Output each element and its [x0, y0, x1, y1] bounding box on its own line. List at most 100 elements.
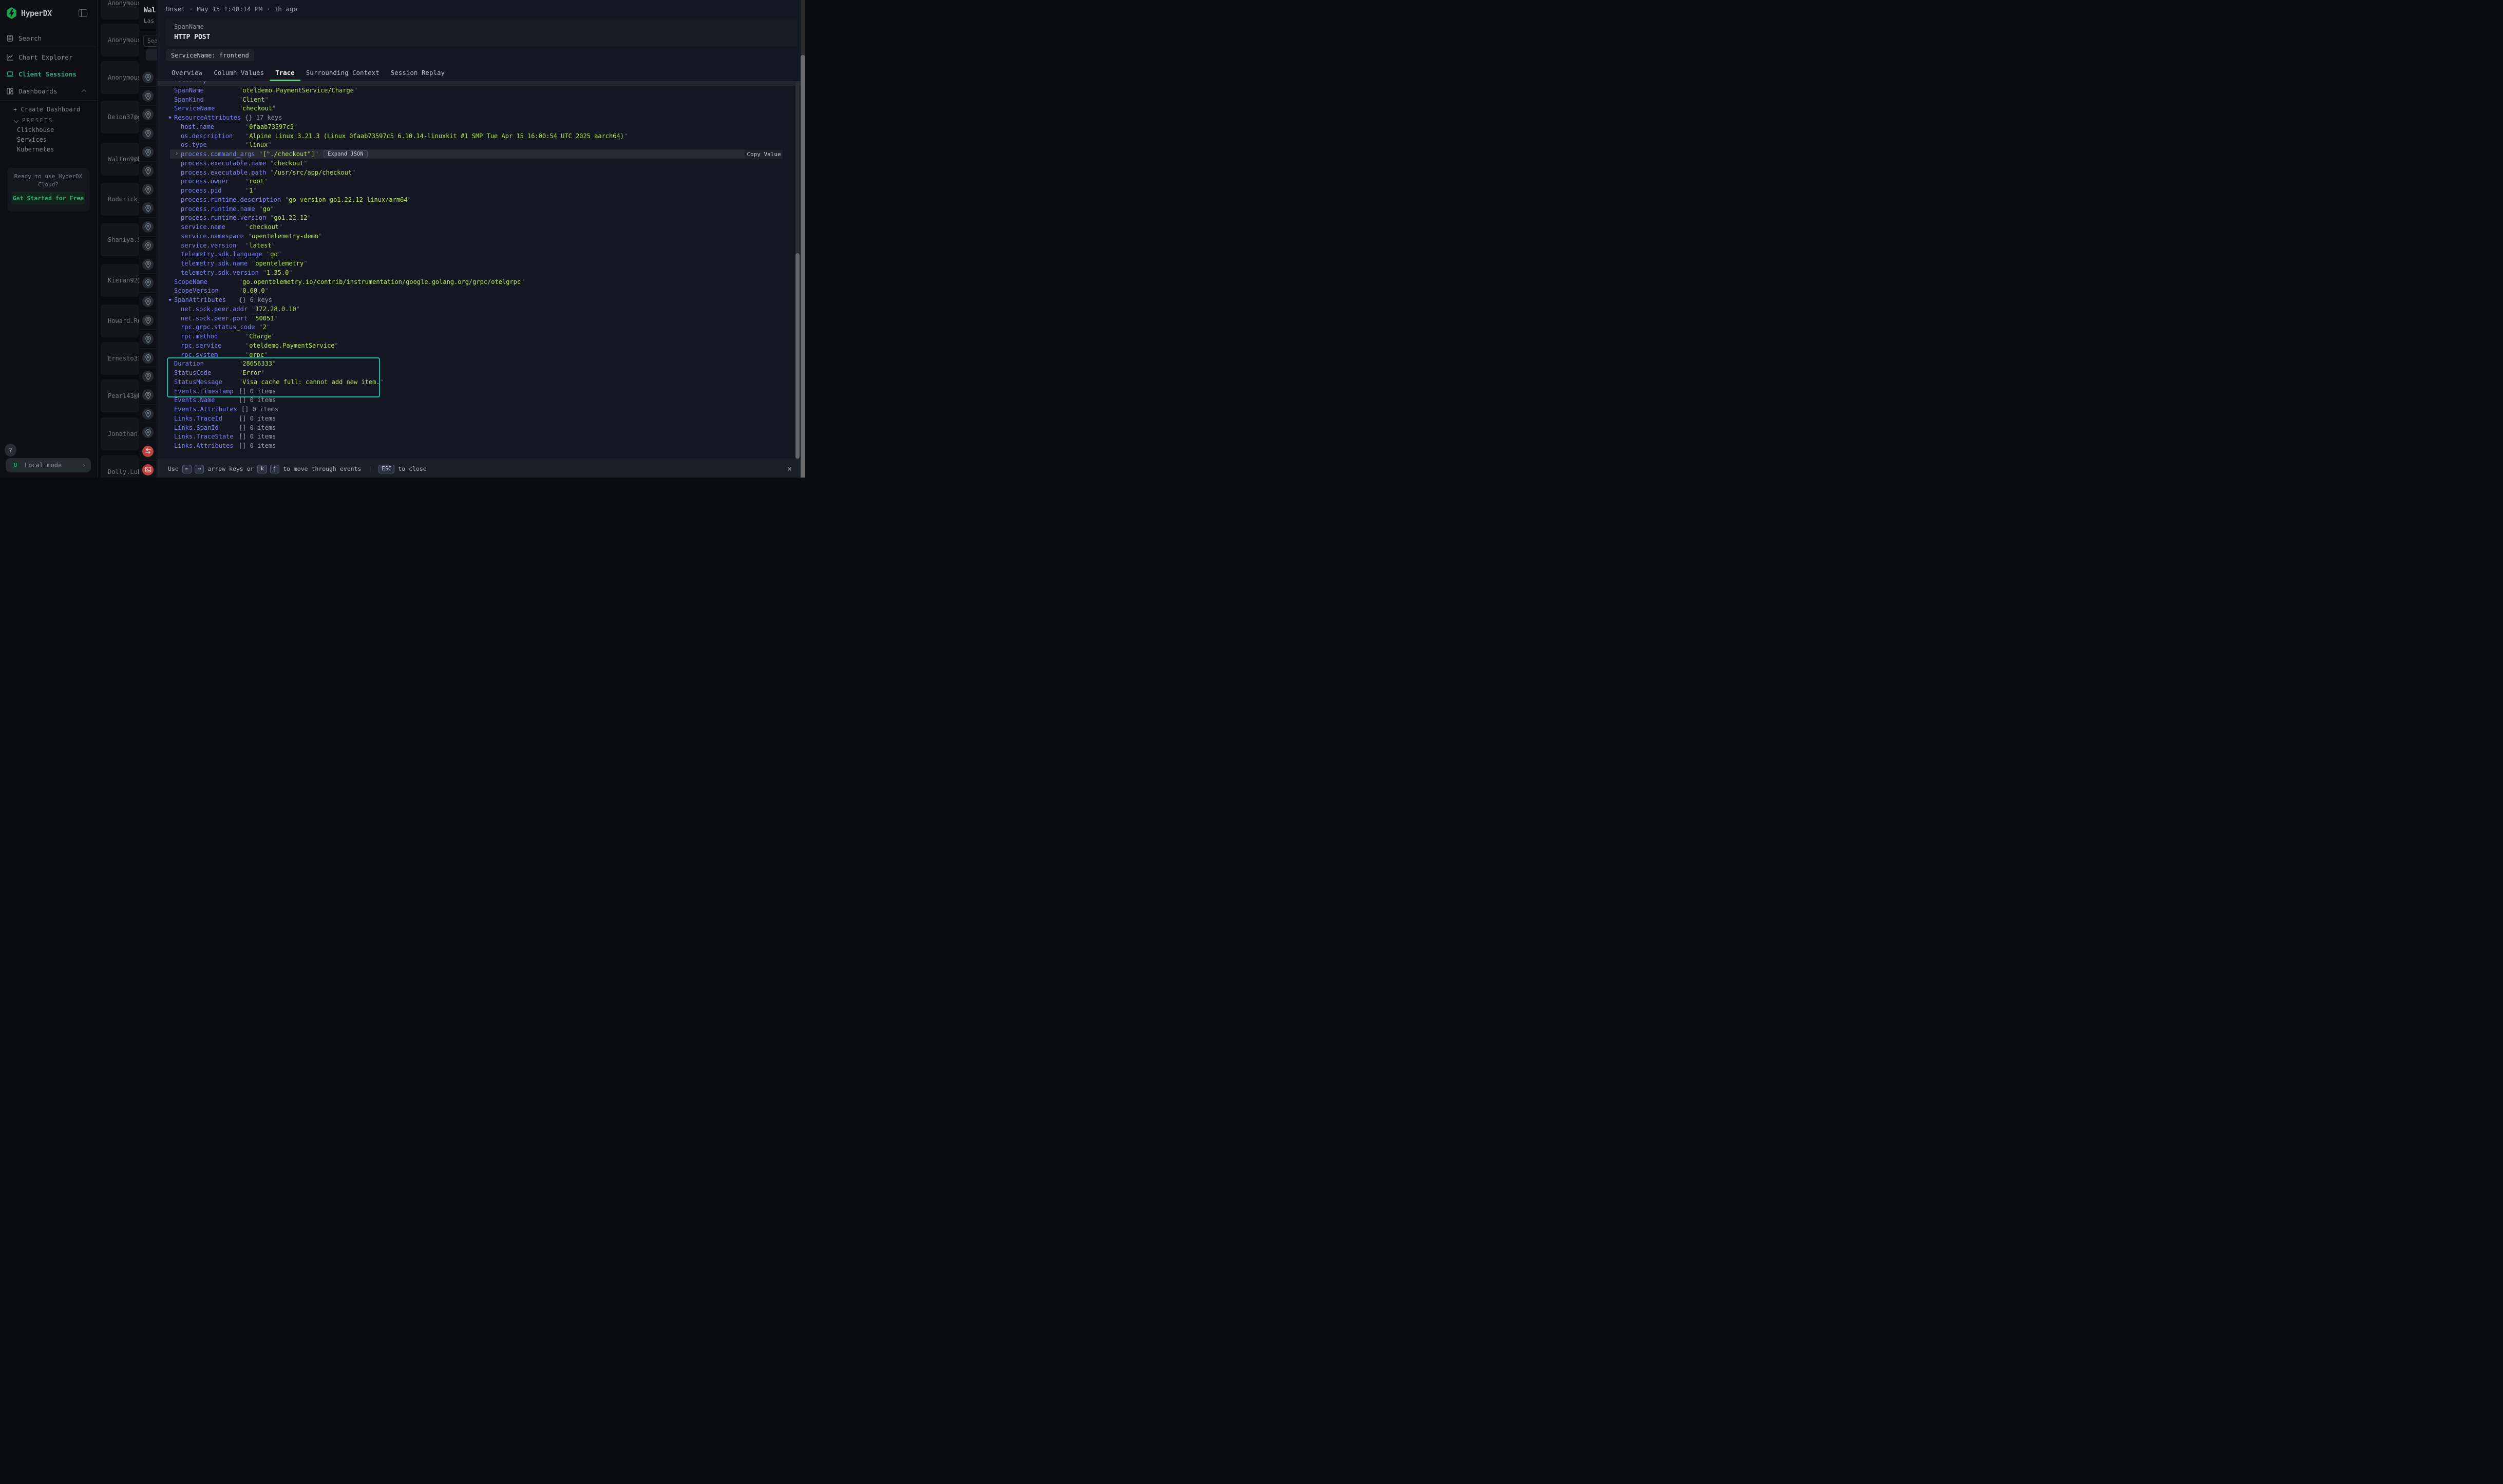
trace-row[interactable]: ScopeName"go.opentelemetry.io/contrib/in… [157, 277, 805, 287]
trace-row[interactable]: StatusCode"Error" [157, 368, 805, 377]
sidebar-item-dashboards[interactable]: Dashboards [6, 85, 57, 97]
close-icon[interactable]: × [787, 464, 792, 473]
session-list-item[interactable]: Roderick_S [101, 183, 139, 216]
trace-row[interactable]: Events.Name[] 0 items [157, 396, 805, 405]
get-started-button[interactable]: Get Started for Free [12, 192, 85, 204]
trace-attributes-panel[interactable]: Timestamp SpanName"oteldemo.PaymentServi… [157, 82, 805, 460]
event-marker[interactable] [139, 330, 157, 348]
event-marker[interactable] [139, 143, 157, 162]
session-list-item[interactable]: Kieran92@h [101, 264, 139, 297]
session-list-item[interactable]: Howard.Run [101, 305, 139, 337]
brand-logo[interactable]: HyperDX [6, 7, 52, 19]
tab-surrounding-context[interactable]: Surrounding Context [300, 65, 385, 81]
esc-keycap[interactable]: ESC [378, 465, 394, 473]
trace-row[interactable]: rpc.method"Charge" [157, 332, 805, 341]
event-marker[interactable] [139, 293, 157, 311]
trace-row[interactable]: process.executable.path"/usr/src/app/che… [157, 168, 805, 177]
scrollbar-thumb[interactable] [795, 253, 800, 459]
session-list-item[interactable]: Walton9@ho [101, 143, 139, 176]
event-marker[interactable] [139, 68, 157, 87]
trace-row[interactable]: process.runtime.description"go version g… [157, 195, 805, 204]
copy-value-button[interactable]: Copy Value [745, 150, 783, 159]
event-marker[interactable] [139, 218, 157, 236]
event-marker[interactable] [139, 106, 157, 124]
event-marker[interactable] [139, 255, 157, 274]
event-marker[interactable] [139, 311, 157, 330]
trace-row[interactable]: service.version"latest" [157, 241, 805, 250]
trace-row[interactable]: os.description"Alpine Linux 3.21.3 (Linu… [157, 131, 805, 141]
sidebar-item-search[interactable]: Search [6, 32, 42, 44]
tab-column-values[interactable]: Column Values [208, 65, 270, 81]
event-marker[interactable] [139, 199, 157, 218]
preset-item-clickhouse[interactable]: Clickhouse [17, 126, 54, 134]
trace-row[interactable]: telemetry.sdk.language"go" [157, 250, 805, 259]
tab-overview[interactable]: Overview [166, 65, 208, 81]
k-keycap[interactable]: k [257, 465, 267, 473]
event-marker[interactable] [139, 162, 157, 180]
sidebar-item-chart-explorer[interactable]: Chart Explorer [6, 51, 72, 63]
presets-toggle[interactable]: PRESETS [14, 117, 53, 124]
session-list-item[interactable]: Pearl43@ho [101, 379, 139, 412]
trace-row[interactable]: process.runtime.name"go" [157, 204, 805, 214]
trace-row[interactable]: net.sock.peer.addr"172.28.0.10" [157, 305, 805, 314]
trace-row[interactable]: StatusMessage"Visa cache full: cannot ad… [157, 377, 805, 387]
trace-row[interactable]: ScopeVersion"0.60.0" [157, 287, 805, 296]
event-marker[interactable] [139, 405, 157, 423]
service-name-chip[interactable]: ServiceName: frontend [166, 49, 254, 61]
event-marker-error[interactable] [139, 442, 157, 461]
event-marker[interactable] [139, 367, 157, 386]
event-marker[interactable] [139, 87, 157, 105]
trace-row[interactable]: Duration"28656333" [157, 359, 805, 369]
event-marker[interactable] [139, 237, 157, 255]
caret-expanded-icon[interactable] [168, 117, 172, 119]
session-list-item[interactable]: Anonymous [101, 61, 139, 94]
session-list-item[interactable]: Jonathan.B [101, 417, 139, 450]
trace-row[interactable]: Events.Attributes[] 0 items [157, 405, 805, 414]
event-marker[interactable] [139, 274, 157, 292]
session-list-item[interactable]: Anonymous [101, 24, 139, 56]
trace-row[interactable]: Links.SpanId[] 0 items [157, 423, 805, 432]
event-marker[interactable] [139, 124, 157, 143]
trace-row[interactable]: process.pid"1" [157, 186, 805, 195]
trace-row[interactable]: process.runtime.version"go1.22.12" [157, 214, 805, 223]
expand-json-button[interactable]: Expand JSON [324, 150, 368, 158]
arrow-right-keycap[interactable]: → [195, 465, 204, 473]
trace-row[interactable]: SpanAttributes{} 6 keys [157, 295, 805, 305]
trace-row[interactable]: SpanKind"Client" [157, 95, 805, 104]
trace-row[interactable]: Links.TraceState[] 0 items [157, 432, 805, 442]
trace-row[interactable]: telemetry.sdk.name"opentelemetry" [157, 259, 805, 268]
session-list-item[interactable]: Shaniya.So [101, 223, 139, 256]
trace-row[interactable]: Links.TraceId[] 0 items [157, 414, 805, 423]
sidebar-item-client-sessions[interactable]: Client Sessions [6, 68, 77, 80]
event-marker-error[interactable] [139, 461, 157, 478]
preset-item-kubernetes[interactable]: Kubernetes [17, 146, 54, 153]
session-list-item[interactable]: Anonymous [101, 0, 139, 20]
trace-row[interactable]: telemetry.sdk.version"1.35.0" [157, 268, 805, 277]
trace-row[interactable]: process.executable.name"checkout" [157, 159, 805, 168]
trace-row[interactable]: process.owner"root" [157, 177, 805, 186]
trace-row[interactable]: Events.Timestamp[] 0 items [157, 387, 805, 396]
tab-trace[interactable]: Trace [270, 65, 300, 81]
j-keycap[interactable]: j [270, 465, 279, 473]
trace-row[interactable]: os.type"linux" [157, 141, 805, 150]
trace-row[interactable]: rpc.grpc.status_code"2" [157, 323, 805, 332]
scrollbar-thumb[interactable] [801, 55, 805, 478]
trace-row[interactable]: service.name"checkout" [157, 222, 805, 232]
event-marker[interactable] [139, 386, 157, 405]
create-dashboard-button[interactable]: + Create Dashboard [13, 106, 80, 113]
trace-row[interactable]: SpanName"oteldemo.PaymentService/Charge" [157, 86, 805, 95]
trace-row[interactable]: service.namespace"opentelemetry-demo" [157, 232, 805, 241]
local-mode-menu[interactable]: U Local mode › [6, 458, 91, 472]
session-list-item[interactable]: Ernesto33@ [101, 342, 139, 375]
trace-row[interactable]: net.sock.peer.port"50051" [157, 314, 805, 323]
highlighted-toggle-button[interactable]: H [146, 49, 157, 61]
sidebar-collapse-icon[interactable] [79, 9, 87, 17]
preset-item-services[interactable]: Services [17, 136, 47, 143]
trace-row[interactable]: ›process.command_args"["./checkout"]"Exp… [157, 149, 805, 159]
trace-row[interactable]: ServiceName"checkout" [157, 104, 805, 113]
event-marker[interactable] [139, 349, 157, 367]
trace-row[interactable]: ResourceAttributes{} 17 keys [157, 113, 805, 122]
event-search-input[interactable] [143, 35, 157, 47]
trace-row[interactable]: host.name"0faab73597c5" [157, 122, 805, 131]
trace-row[interactable]: Links.Attributes[] 0 items [157, 441, 805, 450]
